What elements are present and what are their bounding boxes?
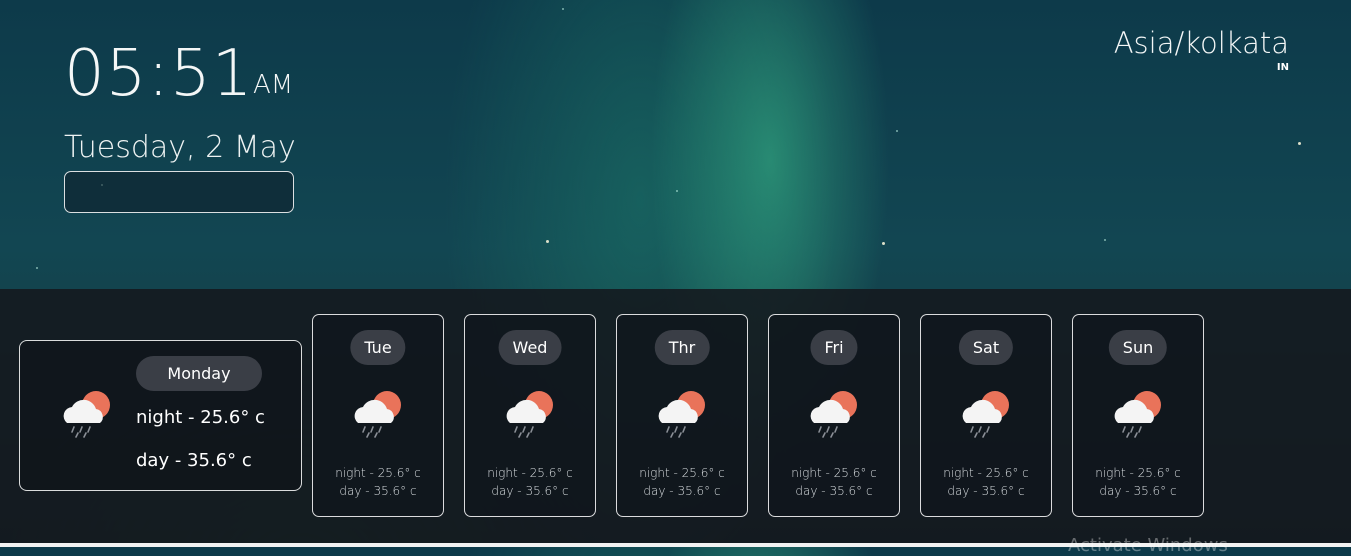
cloud-sun-rain-icon (349, 387, 405, 443)
forecast-day-label: Fri (810, 330, 858, 365)
star (1298, 142, 1301, 145)
forecast-day-temp: day - 35.6° c (339, 484, 417, 498)
forecast-night-temp: night - 25.6° c (639, 466, 725, 480)
forecast-card-tue: Tue night - 25.6° c day - 35.6° c (312, 314, 444, 517)
cloud-sun-rain-icon (501, 387, 557, 443)
forecast-card-wed: Wed night - 25.6° c day - 35.6° c (464, 314, 596, 517)
forecast-day-label: Thr (654, 330, 710, 365)
today-day-label: Monday (136, 356, 262, 391)
star (896, 130, 898, 132)
forecast-card-sun: Sun night - 25.6° c day - 35.6° c (1072, 314, 1204, 517)
clock-time: 05:51 (64, 37, 254, 111)
forecast-day-temp: day - 35.6° c (643, 484, 721, 498)
forecast-card-sat: Sat night - 25.6° c day - 35.6° c (920, 314, 1052, 517)
timezone: Asia/kolkata IN (1114, 26, 1289, 73)
forecast-night-temp: night - 25.6° c (487, 466, 573, 480)
star (1104, 239, 1106, 241)
date-box (64, 171, 294, 213)
today-weather-card: Monday night - 25.6° c day - 35.6° c (19, 340, 302, 491)
cloud-sun-rain-icon (653, 387, 709, 443)
forecast-night-temp: night - 25.6° c (943, 466, 1029, 480)
cloud-sun-rain-icon (58, 387, 114, 443)
today-night-temp: night - 25.6° c (136, 407, 265, 428)
star (546, 240, 549, 243)
star (562, 8, 564, 10)
timezone-name: Asia/kolkata (1113, 26, 1289, 60)
forecast-day-label: Wed (498, 330, 562, 365)
clock: 05:51 AM (64, 36, 293, 112)
forecast-day-temp: day - 35.6° c (947, 484, 1025, 498)
forecast-day-temp: day - 35.6° c (795, 484, 873, 498)
cloud-sun-rain-icon (957, 387, 1013, 443)
forecast-day-label: Tue (350, 330, 406, 365)
cloud-sun-rain-icon (1109, 387, 1165, 443)
forecast-day-label: Sat (958, 330, 1014, 365)
star (882, 242, 885, 245)
forecast-day-temp: day - 35.6° c (1099, 484, 1177, 498)
forecast-card-fri: Fri night - 25.6° c day - 35.6° c (768, 314, 900, 517)
today-day-temp: day - 35.6° c (136, 450, 252, 471)
country-code: IN (1276, 62, 1289, 73)
forecast-card-thr: Thr night - 25.6° c day - 35.6° c (616, 314, 748, 517)
forecast-night-temp: night - 25.6° c (791, 466, 877, 480)
star (676, 190, 678, 192)
star (36, 267, 38, 269)
clock-ampm: AM (253, 70, 294, 100)
activation-watermark: Activate Windows (1068, 535, 1228, 556)
forecast-night-temp: night - 25.6° c (335, 466, 421, 480)
cloud-sun-rain-icon (805, 387, 861, 443)
forecast-night-temp: night - 25.6° c (1095, 466, 1181, 480)
current-date: Tuesday, 2 May (64, 130, 296, 165)
forecast-day-label: Sun (1108, 330, 1168, 365)
forecast-day-temp: day - 35.6° c (491, 484, 569, 498)
